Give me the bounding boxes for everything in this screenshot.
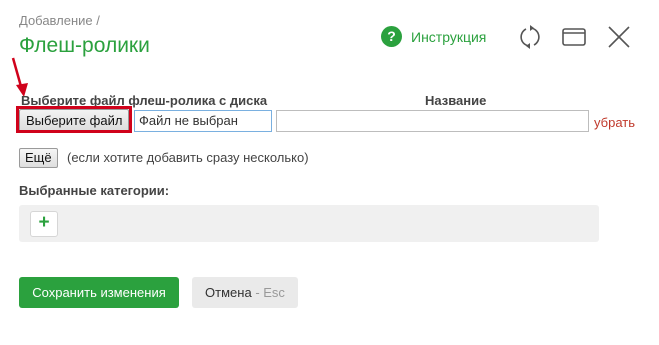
categories-label: Выбранные категории: (19, 183, 170, 198)
cancel-shortcut-hint: - Esc (251, 285, 285, 300)
add-category-button[interactable]: + (30, 211, 58, 237)
cancel-label: Отмена (205, 285, 252, 300)
name-input[interactable] (276, 110, 589, 132)
save-button[interactable]: Сохранить изменения (19, 277, 179, 308)
refresh-icon[interactable] (517, 24, 543, 50)
close-icon[interactable] (606, 24, 632, 50)
more-hint: (если хотите добавить сразу несколько) (67, 150, 309, 165)
maximize-window-icon[interactable] (561, 24, 587, 50)
name-column-label: Название (425, 93, 487, 108)
cancel-button[interactable]: Отмена - Esc (192, 277, 298, 308)
file-status: Файл не выбран (134, 110, 272, 132)
annotation-highlight (16, 106, 132, 133)
remove-link[interactable]: убрать (594, 115, 635, 130)
categories-box (19, 205, 599, 242)
instructions-link[interactable]: ? Инструкция (381, 26, 486, 47)
question-circle-icon: ? (381, 26, 402, 47)
instructions-label: Инструкция (411, 28, 487, 45)
more-button[interactable]: Ещё (19, 148, 58, 168)
